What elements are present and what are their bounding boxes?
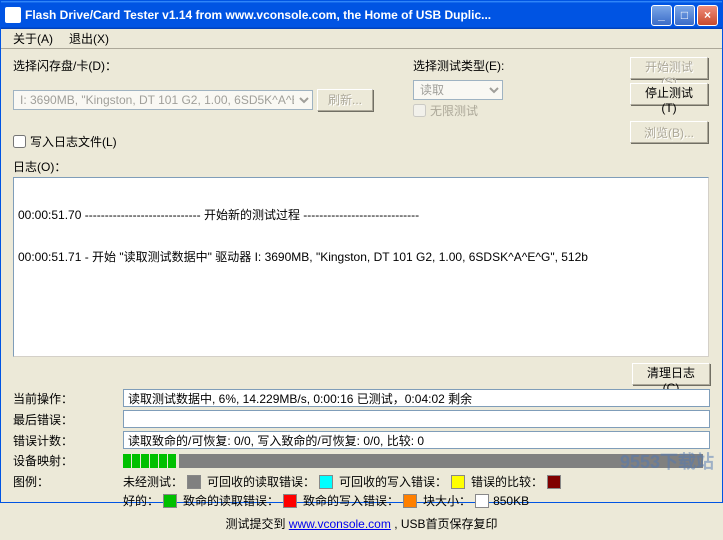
- map-tested-block: [141, 454, 149, 468]
- log-line: 00:00:51.70 ----------------------------…: [18, 208, 704, 222]
- map-tested-block: [132, 454, 140, 468]
- legend-row-2: 好的： 致命的读取错误： 致命的写入错误： 块大小：850KB: [123, 492, 710, 509]
- footer-suffix: , USB首页保存复印: [394, 517, 497, 531]
- legend-writerec: 可回收的写入错误：: [339, 473, 465, 490]
- menubar: 关于(A) 退出(X): [1, 29, 722, 49]
- drive-select-group: I: 3690MB, "Kingston, DT 101 G2, 1.00, 6…: [13, 89, 393, 111]
- map-untested-block: [179, 454, 703, 468]
- drive-group: 选择闪存盘/卡(D)：: [13, 57, 393, 74]
- legend-readfatal: 致命的读取错误：: [183, 492, 297, 509]
- currentop-row: 当前操作： 读取测试数据中, 6%, 14.229MB/s, 0:00:16 已…: [13, 389, 710, 407]
- errcount-row: 错误计数： 读取致命的/可恢复: 0/0, 写入致命的/可恢复: 0/0, 比较…: [13, 431, 710, 449]
- selectors-row: I: 3690MB, "Kingston, DT 101 G2, 1.00, 6…: [13, 80, 710, 119]
- menu-exit[interactable]: 退出(X): [61, 28, 117, 49]
- refresh-button[interactable]: 刷新...: [317, 89, 373, 111]
- swatch-darkred: [547, 475, 561, 489]
- maximize-button[interactable]: □: [674, 5, 695, 26]
- writelog-label: 写入日志文件(L): [30, 133, 117, 150]
- legend-untested: 未经测试：: [123, 473, 201, 490]
- status-table: 当前操作： 读取测试数据中, 6%, 14.229MB/s, 0:00:16 已…: [13, 389, 710, 469]
- drive-select[interactable]: I: 3690MB, "Kingston, DT 101 G2, 1.00, 6…: [13, 90, 313, 110]
- lasterror-row: 最后错误：: [13, 410, 710, 428]
- app-icon: [5, 7, 21, 23]
- devicemap-label: 设备映射：: [13, 452, 123, 469]
- window-controls: _ □ ×: [651, 5, 718, 26]
- writelog-check-row: 写入日志文件(L): [13, 133, 117, 150]
- footer: 测试提交到 www.vconsole.com , USB首页保存复印: [13, 515, 710, 532]
- infinite-checkbox[interactable]: [413, 104, 426, 117]
- testtype-select[interactable]: 读取: [413, 80, 503, 100]
- menu-about[interactable]: 关于(A): [5, 28, 61, 49]
- minimize-button[interactable]: _: [651, 5, 672, 26]
- start-button[interactable]: 开始测试(S): [630, 57, 708, 79]
- infinite-test-row: 无限测试: [413, 102, 503, 119]
- legend-mismatch: 错误的比较：: [471, 473, 561, 490]
- writelog-row: 写入日志文件(L): [13, 133, 710, 150]
- log-label: 日志(O)：: [13, 158, 706, 175]
- writelog-checkbox[interactable]: [13, 135, 26, 148]
- legend-row-1: 未经测试： 可回收的读取错误： 可回收的写入错误： 错误的比较：: [123, 473, 710, 490]
- testtype-group: 选择测试类型(E):: [413, 57, 508, 74]
- swatch-red: [283, 494, 297, 508]
- legend-readrec: 可回收的读取错误：: [207, 473, 333, 490]
- currentop-label: 当前操作：: [13, 390, 123, 407]
- stop-button[interactable]: 停止测试(T): [630, 83, 708, 105]
- swatch-white: [475, 494, 489, 508]
- map-tested-block: [168, 454, 176, 468]
- app-window: Flash Drive/Card Tester v1.14 from www.v…: [0, 0, 723, 503]
- close-button[interactable]: ×: [697, 5, 718, 26]
- swatch-green: [163, 494, 177, 508]
- action-buttons: 开始测试(S) 停止测试(T): [630, 57, 708, 105]
- content-area: 选择闪存盘/卡(D)： 选择测试类型(E): I: 3690MB, "Kings…: [1, 49, 722, 540]
- map-tested-block: [159, 454, 167, 468]
- swatch-yellow: [451, 475, 465, 489]
- legend-good: 好的：: [123, 492, 177, 509]
- log-line: 00:00:51.71 - 开始 "读取测试数据中" 驱动器 I: 3690MB…: [18, 250, 704, 264]
- title-text: Flash Drive/Card Tester v1.14 from www.v…: [25, 8, 651, 22]
- legend-rows: 未经测试： 可回收的读取错误： 可回收的写入错误： 错误的比较： 好的： 致命的…: [123, 473, 710, 509]
- legend-label: 图例：: [13, 473, 123, 490]
- infinite-label: 无限测试: [430, 102, 478, 119]
- map-tested-block: [150, 454, 158, 468]
- device-map: [123, 453, 703, 469]
- devicemap-row: 设备映射：: [13, 452, 710, 469]
- titlebar: Flash Drive/Card Tester v1.14 from www.v…: [1, 1, 722, 29]
- lasterror-value: [123, 410, 710, 428]
- legend: 图例： 未经测试： 可回收的读取错误： 可回收的写入错误： 错误的比较： 好的：…: [13, 473, 710, 509]
- browse-button[interactable]: 浏览(B)...: [630, 121, 708, 143]
- testtype-label: 选择测试类型(E):: [413, 57, 504, 74]
- footer-prefix: 测试提交到: [225, 517, 288, 531]
- clearlog-button[interactable]: 清理日志(C): [632, 363, 710, 385]
- errcount-value: 读取致命的/可恢复: 0/0, 写入致命的/可恢复: 0/0, 比较: 0: [123, 431, 710, 449]
- footer-link[interactable]: www.vconsole.com: [289, 517, 391, 531]
- swatch-orange: [403, 494, 417, 508]
- swatch-cyan: [319, 475, 333, 489]
- lasterror-label: 最后错误：: [13, 411, 123, 428]
- errcount-label: 错误计数：: [13, 432, 123, 449]
- top-controls-row: 选择闪存盘/卡(D)： 选择测试类型(E):: [13, 57, 710, 74]
- log-textarea[interactable]: 00:00:51.70 ----------------------------…: [13, 177, 709, 357]
- testtype-select-group: 读取 无限测试: [413, 80, 503, 119]
- swatch-gray: [187, 475, 201, 489]
- drive-label: 选择闪存盘/卡(D)：: [13, 57, 389, 74]
- clear-log-row: 清理日志(C): [13, 363, 710, 385]
- legend-writefatal: 致命的写入错误：: [303, 492, 417, 509]
- currentop-value: 读取测试数据中, 6%, 14.229MB/s, 0:00:16 已测试，0:0…: [123, 389, 710, 407]
- map-tested-block: [123, 454, 131, 468]
- legend-blocksize: 块大小：850KB: [423, 492, 529, 509]
